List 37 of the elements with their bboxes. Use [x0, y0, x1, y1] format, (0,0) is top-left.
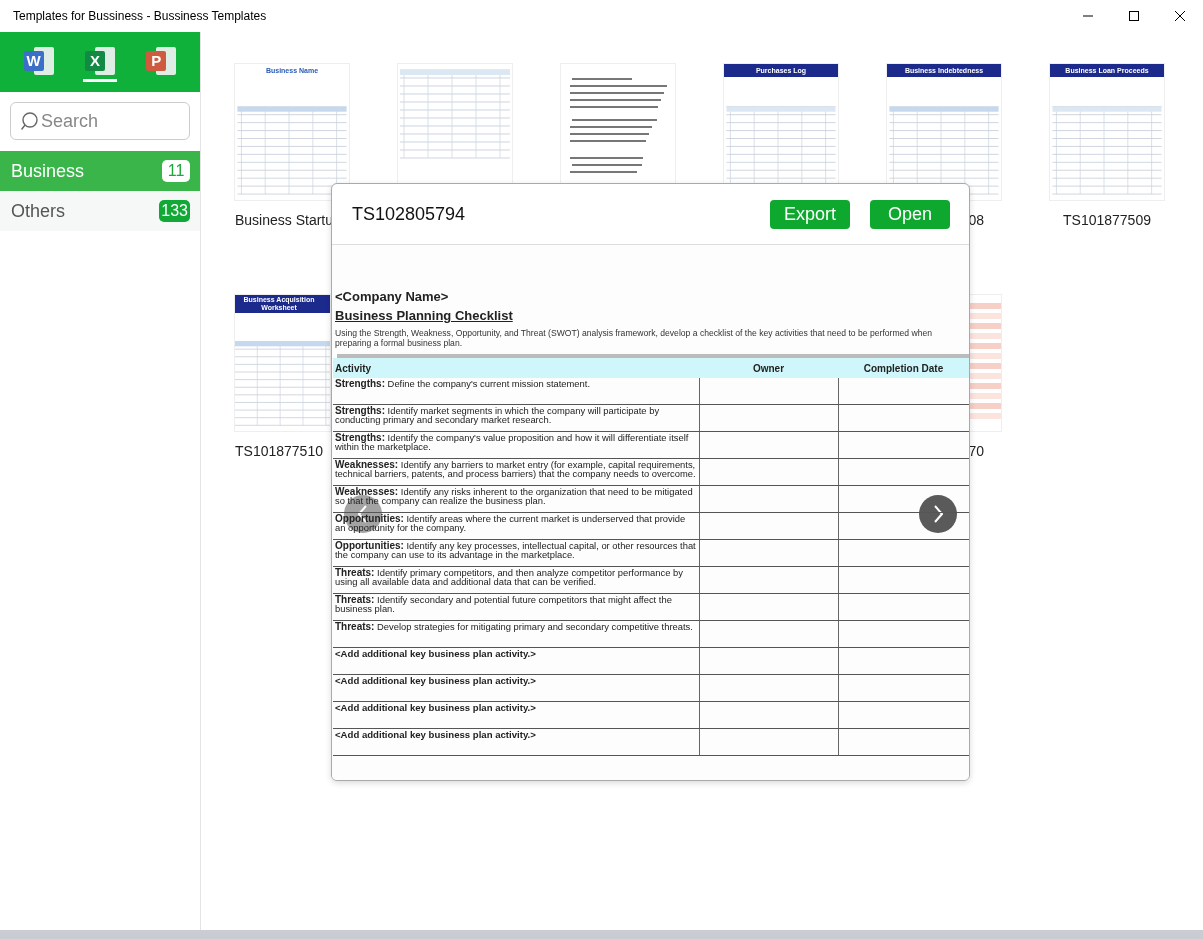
category-label: Business: [11, 160, 85, 182]
activity-cell: Opportunities: Identify any key processes, intellectual capital, or other resources that the company can use to its advantage in the marketplace.: [333, 540, 699, 567]
app-tab[interactable]: P: [144, 42, 179, 82]
column-header: Activity: [333, 358, 699, 378]
activity-cell: Threats: Identify secondary and potential future competitors that might affect the business plan.: [333, 594, 699, 621]
maximize-icon[interactable]: [1129, 11, 1139, 21]
activity-cell: Strengths: Identify the company's value proposition and how it will differentiate itself within the marketplace.: [333, 432, 699, 459]
template-caption: TS101877509: [1063, 212, 1151, 228]
category-label: Others: [11, 200, 66, 222]
document-title: Business Planning Checklist: [335, 308, 514, 323]
activity-cell: Weaknesses: Identify any barriers to market entry (for example, capital requirements, technical barriers, patents, and process barriers) that the company needs to overcome.: [333, 459, 699, 486]
activity-cell: <Add additional key business plan activity.>: [333, 702, 699, 729]
activity-cell: Threats: Develop strategies for mitigating primary and secondary competitive threats.: [333, 621, 699, 648]
search-field[interactable]: Search: [10, 102, 190, 140]
search-icon: [21, 112, 38, 130]
category-item[interactable]: Others 133: [0, 191, 200, 231]
window-title: Templates for Bussiness - Bussiness Templates: [13, 9, 268, 23]
column-header: Completion Date: [838, 358, 969, 378]
activity-cell: Strengths: Identify market segments in which the company will participate by conducting primary and secondary market research.: [333, 405, 699, 432]
template-caption: 70: [968, 443, 984, 459]
close-icon[interactable]: [1175, 11, 1185, 21]
count-badge: 11: [162, 160, 190, 182]
app-tab[interactable]: X: [83, 42, 117, 82]
app-tab[interactable]: W: [21, 42, 56, 82]
activity-cell: <Add additional key business plan activity.>: [333, 648, 699, 675]
column-header: Owner: [699, 358, 838, 378]
template-caption: TS101877510: [235, 443, 323, 459]
document-heading: <Company Name>: [335, 289, 450, 304]
activity-cell: <Add additional key business plan activity.>: [333, 729, 699, 756]
activity-cell: Threats: Identify primary competitors, and then analyze competitor performance by using all available data and additional data that can be verified.: [333, 567, 699, 594]
chevron-right-icon: [933, 505, 943, 523]
next-button[interactable]: [919, 495, 957, 533]
document-intro: Using the Strength, Weakness, Opportunity, and Threat (SWOT) analysis framework, develop a checklist of the key activities that need to be performed when preparing a formal business plan.: [335, 328, 934, 348]
count-badge: 133: [159, 200, 190, 222]
template-code: TS102805794: [352, 203, 467, 225]
activity-cell: Strengths: Define the company's current mission statement.: [333, 378, 699, 405]
activity-cell: <Add additional key business plan activity.>: [333, 675, 699, 702]
